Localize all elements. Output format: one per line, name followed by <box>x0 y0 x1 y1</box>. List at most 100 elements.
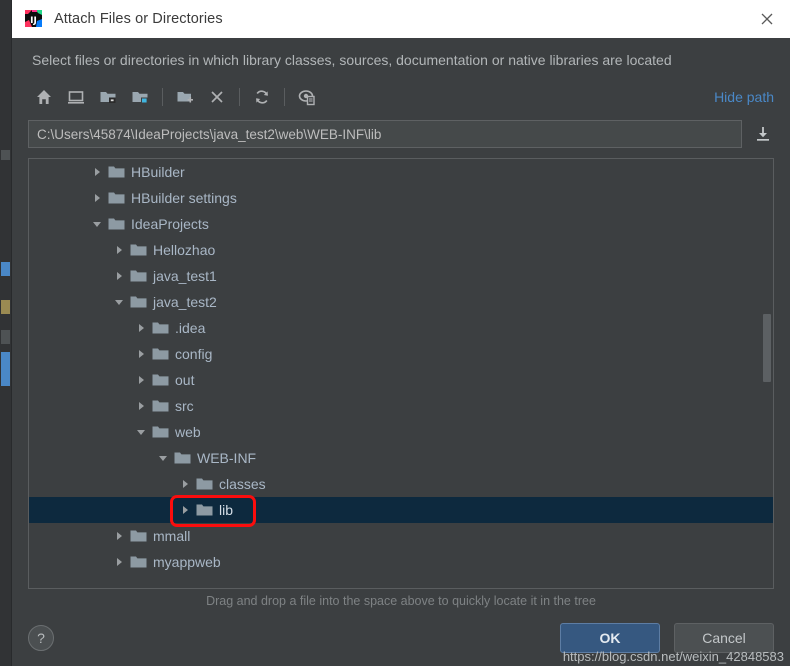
desktop-icon[interactable] <box>60 82 92 112</box>
folder-icon <box>174 451 191 465</box>
watermark-text: https://blog.csdn.net/weixin_42848583 <box>562 649 784 664</box>
tree-row-label: HBuilder settings <box>131 190 237 206</box>
folder-icon <box>130 295 147 309</box>
svg-text:IJ: IJ <box>30 16 37 26</box>
chevron-right-icon[interactable] <box>133 320 149 336</box>
gutter-mark <box>1 150 10 160</box>
chevron-right-icon[interactable] <box>111 554 127 570</box>
chevron-down-icon[interactable] <box>155 450 171 466</box>
tree-row-label: myappweb <box>153 554 221 570</box>
chevron-right-icon[interactable] <box>133 372 149 388</box>
download-icon[interactable] <box>752 121 774 147</box>
tree-row[interactable]: java_test1 <box>29 263 773 289</box>
folder-icon <box>130 529 147 543</box>
delete-icon[interactable] <box>201 82 233 112</box>
chevron-right-icon[interactable] <box>111 528 127 544</box>
chevron-right-icon[interactable] <box>89 164 105 180</box>
tree-scrollbar-thumb[interactable] <box>763 314 771 382</box>
directory-tree[interactable]: HBuilder HBuilder settings IdeaProjects Hel… <box>29 159 773 588</box>
chevron-right-icon[interactable] <box>111 268 127 284</box>
chevron-right-icon[interactable] <box>111 242 127 258</box>
gutter-mark <box>1 330 10 344</box>
tree-row-label: mmall <box>153 528 191 544</box>
folder-icon <box>130 555 147 569</box>
file-chooser-toolbar: Hide path <box>28 80 774 114</box>
folder-icon <box>152 425 169 439</box>
tree-row-label: lib <box>219 502 234 518</box>
tree-row[interactable]: WEB-INF <box>29 445 773 471</box>
chevron-down-icon[interactable] <box>133 424 149 440</box>
drag-drop-hint: Drag and drop a file into the space abov… <box>206 594 596 608</box>
tree-row[interactable]: out <box>29 367 773 393</box>
tree-row[interactable]: mmall <box>29 523 773 549</box>
tree-row[interactable]: .idea <box>29 315 773 341</box>
help-button[interactable]: ? <box>28 625 54 651</box>
new-folder-icon[interactable] <box>169 82 201 112</box>
gutter-mark <box>1 352 10 386</box>
ide-left-gutter <box>0 0 12 666</box>
tree-row[interactable]: Hellozhao <box>29 237 773 263</box>
tree-row-label: IdeaProjects <box>131 216 209 232</box>
dialog-title-bar: IJ Attach Files or Directories <box>12 0 790 38</box>
tree-row[interactable]: web <box>29 419 773 445</box>
intellij-idea-icon: IJ <box>24 9 44 29</box>
tree-row-label: web <box>175 424 201 440</box>
dialog-title: Attach Files or Directories <box>54 11 223 27</box>
toolbar-separator <box>239 88 240 106</box>
chevron-down-icon[interactable] <box>89 216 105 232</box>
tree-row-label: Hellozhao <box>153 242 216 258</box>
module-folder-icon[interactable] <box>124 82 156 112</box>
show-hidden-files-icon[interactable] <box>291 82 323 112</box>
gutter-mark <box>1 262 10 276</box>
folder-icon <box>130 243 147 257</box>
folder-icon <box>196 503 213 517</box>
tree-row-label: java_test1 <box>153 268 217 284</box>
tree-row-label: .idea <box>175 320 206 336</box>
hide-path-link[interactable]: Hide path <box>714 89 774 105</box>
chevron-right-icon[interactable] <box>177 502 193 518</box>
folder-icon <box>108 217 125 231</box>
tree-row-label: out <box>175 372 195 388</box>
path-row: C:\Users\45874\IdeaProjects\java_test2\w… <box>28 120 774 148</box>
tree-row-label: HBuilder <box>131 164 185 180</box>
folder-icon <box>152 399 169 413</box>
folder-icon <box>130 269 147 283</box>
folder-icon <box>152 373 169 387</box>
toolbar-separator <box>162 88 163 106</box>
folder-icon <box>108 191 125 205</box>
tree-row[interactable]: config <box>29 341 773 367</box>
tree-row[interactable]: java_test2 <box>29 289 773 315</box>
directory-tree-panel: HBuilder HBuilder settings IdeaProjects Hel… <box>28 158 774 589</box>
tree-row-label: java_test2 <box>153 294 217 310</box>
folder-icon <box>108 165 125 179</box>
toolbar-separator <box>284 88 285 106</box>
tree-row-label: WEB-INF <box>197 450 257 466</box>
path-input[interactable]: C:\Users\45874\IdeaProjects\java_test2\w… <box>28 120 742 148</box>
chevron-right-icon[interactable] <box>133 346 149 362</box>
tree-scrollbar[interactable] <box>761 160 772 587</box>
tree-row[interactable]: IdeaProjects <box>29 211 773 237</box>
chevron-down-icon[interactable] <box>111 294 127 310</box>
refresh-icon[interactable] <box>246 82 278 112</box>
tree-row[interactable]: lib <box>29 497 773 523</box>
dialog-description: Select files or directories in which lib… <box>32 52 672 68</box>
tree-row-label: src <box>175 398 194 414</box>
home-icon[interactable] <box>28 82 60 112</box>
folder-icon <box>152 321 169 335</box>
chevron-right-icon[interactable] <box>133 398 149 414</box>
folder-icon <box>196 477 213 491</box>
chevron-right-icon[interactable] <box>177 476 193 492</box>
gutter-mark <box>1 300 10 314</box>
tree-row-label: config <box>175 346 213 362</box>
tree-row[interactable]: myappweb <box>29 549 773 575</box>
tree-row[interactable]: src <box>29 393 773 419</box>
tree-row[interactable]: classes <box>29 471 773 497</box>
tree-row[interactable]: HBuilder <box>29 159 773 185</box>
chevron-right-icon[interactable] <box>89 190 105 206</box>
tree-row-label: classes <box>219 476 266 492</box>
tree-row[interactable]: HBuilder settings <box>29 185 773 211</box>
folder-icon <box>152 347 169 361</box>
attach-files-dialog: IJ Attach Files or Directories Select fi… <box>12 0 790 666</box>
close-icon[interactable] <box>744 0 790 38</box>
project-folder-icon[interactable] <box>92 82 124 112</box>
